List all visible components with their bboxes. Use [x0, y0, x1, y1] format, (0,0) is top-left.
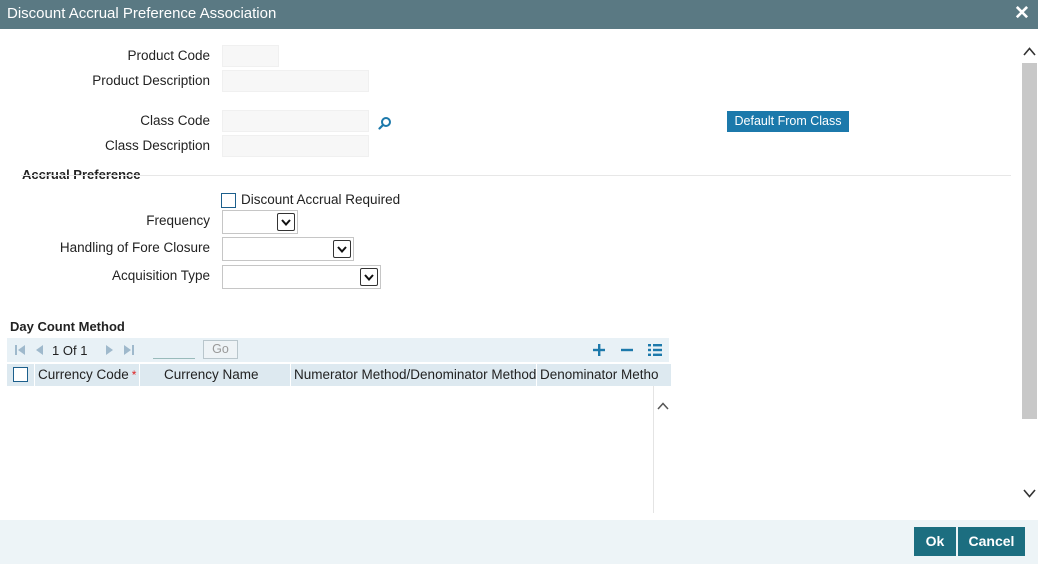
- cancel-button[interactable]: Cancel: [958, 527, 1025, 556]
- chevron-up-icon[interactable]: [657, 398, 669, 413]
- grid-toolbar: 1 Of 1 Go: [7, 338, 669, 362]
- chevron-up-icon[interactable]: [1023, 44, 1036, 59]
- main-scrollbar[interactable]: [1021, 29, 1038, 520]
- grid-header: Currency Code * Currency Name Numerator M…: [7, 364, 671, 386]
- dialog-footer: Ok Cancel: [0, 520, 1038, 564]
- delete-row-icon[interactable]: [619, 342, 635, 358]
- default-from-class-button[interactable]: Default From Class: [727, 111, 849, 132]
- add-row-icon[interactable]: [591, 342, 607, 358]
- first-page-icon[interactable]: [13, 343, 27, 357]
- class-description-field: [222, 135, 369, 157]
- section-divider: [21, 175, 1011, 176]
- product-code-field: [222, 45, 279, 67]
- column-header-numerator-method[interactable]: Numerator Method/Denominator Method: [291, 364, 537, 386]
- product-description-field: [222, 70, 369, 92]
- select-all-cell: [7, 364, 35, 386]
- page-number-input[interactable]: [153, 342, 195, 359]
- column-header-currency-name[interactable]: Currency Name: [140, 364, 291, 386]
- column-header-currency-code[interactable]: Currency Code *: [35, 364, 140, 386]
- next-page-icon[interactable]: [102, 343, 116, 357]
- fore-closure-label: Handling of Fore Closure: [59, 240, 210, 255]
- chevron-down-icon[interactable]: [1023, 486, 1036, 501]
- frequency-label: Frequency: [146, 213, 210, 228]
- column-header-denominator-method[interactable]: Denominator Metho: [537, 364, 671, 386]
- last-page-icon[interactable]: [122, 343, 136, 357]
- chevron-down-icon: [333, 240, 351, 258]
- acquisition-type-label: Acquisition Type: [111, 268, 210, 283]
- grid-body: [7, 386, 671, 513]
- class-code-input[interactable]: [222, 110, 369, 132]
- main-form: Product Code Product Description Class C…: [1, 29, 1021, 520]
- chevron-down-icon: [360, 268, 378, 286]
- class-description-label: Class Description: [104, 138, 210, 153]
- chevron-down-icon: [277, 213, 295, 231]
- prev-page-icon[interactable]: [33, 343, 47, 357]
- pagination-text: 1 Of 1: [52, 343, 88, 358]
- frequency-select[interactable]: [222, 210, 298, 234]
- grid-scrollbar[interactable]: [653, 386, 671, 513]
- acquisition-type-select[interactable]: [222, 265, 381, 289]
- product-code-label: Product Code: [127, 48, 210, 63]
- search-icon[interactable]: [378, 116, 392, 130]
- single-view-icon[interactable]: [647, 342, 663, 358]
- ok-button[interactable]: Ok: [914, 527, 956, 556]
- title-bar: Discount Accrual Preference Association …: [0, 0, 1038, 29]
- fore-closure-select[interactable]: [222, 237, 354, 261]
- select-all-checkbox[interactable]: [13, 367, 28, 382]
- go-button[interactable]: Go: [203, 340, 238, 359]
- class-code-label: Class Code: [140, 113, 210, 128]
- scrollbar-thumb[interactable]: [1022, 63, 1037, 419]
- day-count-method-title: Day Count Method: [10, 319, 125, 334]
- discount-accrual-required-checkbox[interactable]: [221, 193, 236, 208]
- discount-accrual-required-label: Discount Accrual Required: [241, 192, 401, 207]
- close-icon[interactable]: ✕: [1012, 3, 1032, 25]
- window-title: Discount Accrual Preference Association: [7, 5, 277, 22]
- product-description-label: Product Description: [92, 73, 210, 88]
